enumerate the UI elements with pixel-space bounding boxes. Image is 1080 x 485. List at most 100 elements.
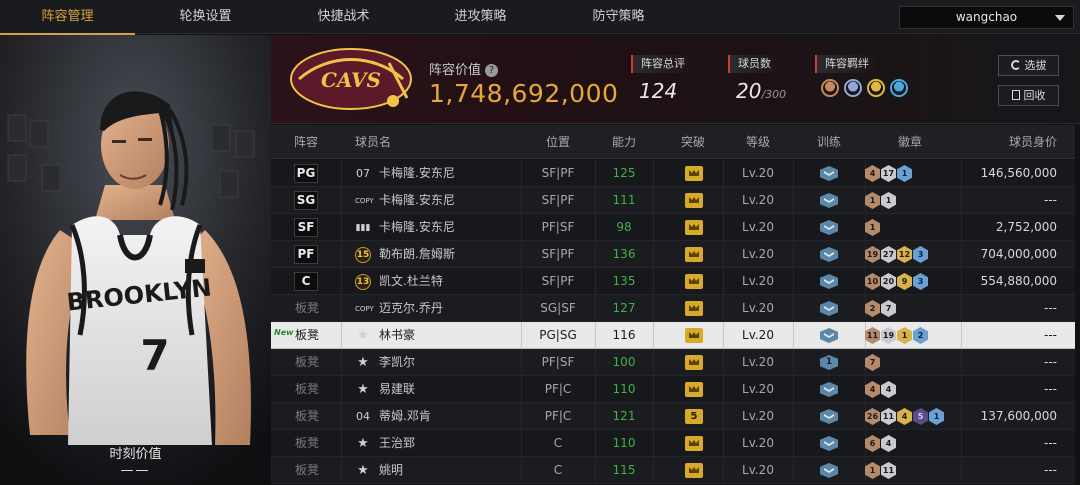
player-value: --- bbox=[1044, 301, 1057, 315]
table-row[interactable]: 板凳 ★ 易建联 PF|C 110 Lv.20 4 4 --- bbox=[271, 376, 1075, 403]
player-level: Lv.20 bbox=[742, 193, 774, 207]
player-name[interactable]: 勒布朗.詹姆斯 bbox=[379, 241, 455, 268]
tab-defense-strategy[interactable]: 防守策略 bbox=[551, 0, 686, 34]
training-icon[interactable] bbox=[820, 166, 838, 181]
training-icon[interactable]: 1 bbox=[820, 355, 838, 370]
player-name[interactable]: 姚明 bbox=[379, 457, 403, 484]
badge-list[interactable]: 11 bbox=[865, 192, 897, 209]
training-icon[interactable] bbox=[820, 301, 838, 316]
breakthrough-icon[interactable] bbox=[685, 463, 703, 478]
table-row[interactable]: C 13 凯文.杜兰特 SF|PF 135 Lv.20 10 20 9 3 554,880,000 bbox=[271, 268, 1075, 295]
breakthrough-icon[interactable] bbox=[685, 193, 703, 208]
training-icon[interactable] bbox=[820, 463, 838, 478]
table-row[interactable]: 板凳 ★ 王治郅 C 110 Lv.20 6 4 --- bbox=[271, 430, 1075, 457]
col-header-name[interactable]: 球员名 bbox=[341, 125, 441, 159]
badge-list[interactable]: 26 11 4 5 1 bbox=[865, 408, 945, 425]
jersey-mark-icon: ★ bbox=[357, 355, 369, 370]
training-icon[interactable] bbox=[820, 274, 838, 289]
tab-rotation-settings[interactable]: 轮换设置 bbox=[138, 0, 273, 34]
bond-icon[interactable] bbox=[867, 79, 885, 97]
breakthrough-icon[interactable] bbox=[685, 220, 703, 235]
badge-list[interactable]: 7 bbox=[865, 354, 881, 371]
badge-list[interactable]: 44 bbox=[865, 381, 897, 398]
badge-icon: 10 bbox=[865, 273, 880, 290]
player-ability: 121 bbox=[612, 409, 636, 423]
player-name[interactable]: 林书豪 bbox=[379, 322, 415, 349]
jersey-mark-icon: 04 bbox=[356, 410, 370, 423]
document-icon bbox=[1011, 90, 1020, 100]
table-row[interactable]: 板凳 COPY 迈克尔.乔丹 SG|SF 127 Lv.20 2 7 --- bbox=[271, 295, 1075, 322]
training-icon[interactable] bbox=[820, 328, 838, 343]
tab-quick-tactics[interactable]: 快捷战术 bbox=[276, 0, 411, 34]
table-row[interactable]: SG COPY 卡梅隆.安东尼 SF|PF 111 Lv.20 1 1 --- bbox=[271, 187, 1075, 214]
col-header-level[interactable]: 等级 bbox=[723, 125, 793, 159]
badge-list[interactable]: 19 27 12 3 bbox=[865, 246, 929, 263]
breakthrough-icon[interactable] bbox=[685, 328, 703, 343]
table-row[interactable]: PF 15 勒布朗.詹姆斯 SF|PF 136 Lv.20 19 27 12 3 704,000,0… bbox=[271, 241, 1075, 268]
tab-lineup-management[interactable]: 阵容管理 bbox=[0, 0, 135, 35]
badge-icon: 1 bbox=[897, 165, 912, 182]
breakthrough-icon[interactable]: 5 bbox=[685, 409, 703, 424]
training-icon[interactable] bbox=[820, 220, 838, 235]
badge-list[interactable]: 10 20 9 3 bbox=[865, 273, 929, 290]
bond-icon[interactable] bbox=[844, 79, 862, 97]
badge-icon: 19 bbox=[865, 246, 880, 263]
table-row[interactable]: SF ▮▮▮ 卡梅隆.安东尼 PF|SF 98 Lv.20 1 2,752,000 bbox=[271, 214, 1075, 241]
column-divider bbox=[793, 457, 794, 484]
player-level: Lv.20 bbox=[742, 463, 774, 477]
table-row[interactable]: 板凳 04 蒂姆.邓肯 PF|C 121 5 Lv.20 26 11 4 5 1 137,600,000 bbox=[271, 403, 1075, 430]
col-header-position[interactable]: 位置 bbox=[521, 125, 595, 159]
player-level: Lv.20 bbox=[742, 355, 774, 369]
training-icon[interactable] bbox=[820, 409, 838, 424]
player-name[interactable]: 迈克尔.乔丹 bbox=[379, 295, 443, 322]
player-name[interactable]: 卡梅隆.安东尼 bbox=[379, 160, 455, 187]
breakthrough-icon[interactable] bbox=[685, 247, 703, 262]
bond-icon[interactable] bbox=[890, 79, 908, 97]
breakthrough-icon[interactable] bbox=[685, 382, 703, 397]
breakthrough-icon[interactable] bbox=[685, 436, 703, 451]
badge-list[interactable]: 64 bbox=[865, 435, 897, 452]
col-header-breakthrough[interactable]: 突破 bbox=[653, 125, 733, 159]
badge-icon: 11 bbox=[865, 327, 880, 344]
breakthrough-icon[interactable] bbox=[685, 355, 703, 370]
player-portrait-panel: BROOKLYN 7 时刻价值 —— bbox=[0, 35, 271, 485]
player-count-value: 20/300 bbox=[736, 79, 787, 103]
player-level: Lv.20 bbox=[742, 328, 774, 342]
player-name[interactable]: 李凯尔 bbox=[379, 349, 415, 376]
player-name[interactable]: 卡梅隆.安东尼 bbox=[379, 214, 455, 241]
col-header-value[interactable]: 球员身价 bbox=[961, 125, 1057, 159]
badge-list[interactable]: 27 bbox=[865, 300, 897, 317]
table-row[interactable]: 板凳 ★ 姚明 C 115 Lv.20 1 11 --- bbox=[271, 457, 1075, 484]
player-name[interactable]: 易建联 bbox=[379, 376, 415, 403]
training-icon[interactable] bbox=[820, 247, 838, 262]
table-row[interactable]: New 板凳 ★ 林书豪 PG|SG 116 Lv.20 11 19 1 2 --- bbox=[271, 322, 1075, 349]
table-row[interactable]: PG 07 卡梅隆.安东尼 SF|PF 125 Lv.20 4 17 1 146,560,000 bbox=[271, 160, 1075, 187]
training-icon[interactable] bbox=[820, 436, 838, 451]
badge-list[interactable]: 11 19 1 2 bbox=[865, 327, 929, 344]
player-name[interactable]: 卡梅隆.安东尼 bbox=[379, 187, 455, 214]
breakthrough-icon[interactable] bbox=[685, 301, 703, 316]
help-icon[interactable]: ? bbox=[485, 64, 499, 77]
recycle-button[interactable]: 回收 bbox=[998, 85, 1059, 106]
chevron-down-icon bbox=[1055, 15, 1065, 21]
tab-offense-strategy[interactable]: 进攻策略 bbox=[413, 0, 548, 34]
badge-list[interactable]: 1 11 bbox=[865, 462, 897, 479]
breakthrough-icon[interactable] bbox=[685, 274, 703, 289]
badge-list[interactable]: 4 17 1 bbox=[865, 165, 913, 182]
player-name[interactable]: 王治郅 bbox=[379, 430, 415, 457]
col-header-ability[interactable]: 能力 bbox=[595, 125, 653, 159]
col-header-badges[interactable]: 徽章 bbox=[865, 125, 955, 159]
badge-list[interactable]: 1 bbox=[865, 219, 881, 236]
player-name[interactable]: 蒂姆.邓肯 bbox=[379, 403, 431, 430]
training-icon[interactable] bbox=[820, 193, 838, 208]
player-name[interactable]: 凯文.杜兰特 bbox=[379, 268, 443, 295]
user-dropdown[interactable]: wangchao bbox=[899, 6, 1074, 29]
select-button[interactable]: 选拔 bbox=[998, 55, 1059, 76]
bond-icon[interactable] bbox=[821, 79, 839, 97]
breakthrough-icon[interactable] bbox=[685, 166, 703, 181]
table-row[interactable]: 板凳 ★ 李凯尔 PF|SF 100 Lv.20 1 7 --- bbox=[271, 349, 1075, 376]
col-header-training[interactable]: 训练 bbox=[793, 125, 865, 159]
badge-icon: 7 bbox=[865, 354, 880, 371]
training-icon[interactable] bbox=[820, 382, 838, 397]
col-header-slot[interactable]: 阵容 bbox=[271, 125, 341, 159]
